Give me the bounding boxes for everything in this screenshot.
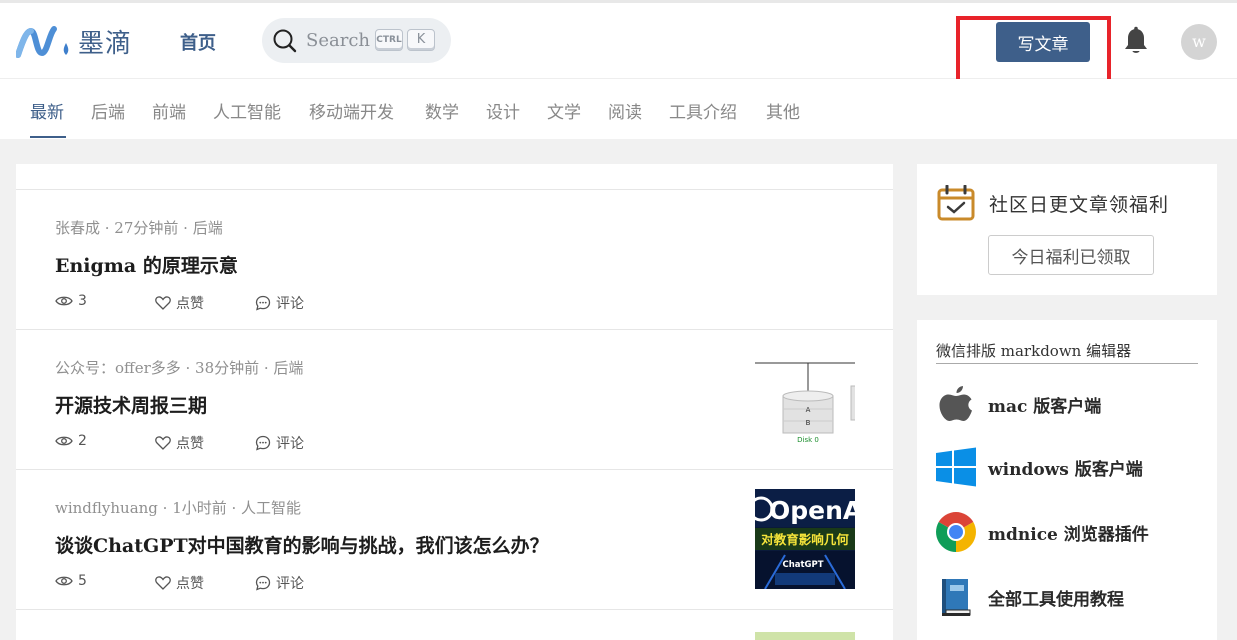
category-bar: 最新 后端 前端 人工智能 移动端开发 数学 设计 文学 阅读 工具介绍 其他 [0, 79, 1237, 139]
tool-label: windows 版客户端 [988, 459, 1143, 480]
article-item[interactable]: 公众号：offer多多 · 38分钟前 · 后端 开源技术周报三期 2 点赞 评… [16, 330, 893, 470]
eye-icon [55, 296, 73, 306]
category-latest[interactable]: 最新 [30, 98, 64, 123]
heart-icon [155, 576, 171, 590]
eye-icon [55, 576, 73, 586]
article-feed: 张春成 · 27分钟前 · 后端 Enigma 的原理示意 3 点赞 评论 公众… [16, 164, 893, 640]
category-tools[interactable]: 工具介绍 [669, 98, 737, 123]
category-literature[interactable]: 文学 [547, 98, 581, 123]
comment-button[interactable]: 评论 [255, 293, 304, 313]
article-title[interactable]: 谈谈ChatGPT对中国教育的影响与挑战，我们该怎么办？ [55, 531, 549, 558]
disk-label-b: B [806, 419, 811, 427]
checkin-card: 社区日更文章领福利 今日福利已领取 [917, 164, 1217, 295]
comment-icon [255, 295, 271, 311]
search-icon [273, 29, 297, 52]
checkin-title: 社区日更文章领福利 [989, 194, 1170, 216]
claim-reward-button[interactable]: 今日福利已领取 [988, 235, 1154, 275]
nav-home[interactable]: 首页 [180, 29, 216, 55]
like-button[interactable]: 点赞 [155, 573, 204, 593]
write-article-button[interactable]: 写文章 [996, 22, 1090, 62]
category-active-underline [30, 136, 66, 138]
heart-icon [155, 296, 171, 310]
views-count: 5 [55, 573, 87, 589]
category-reading[interactable]: 阅读 [608, 98, 642, 123]
tool-label: 全部工具使用教程 [988, 589, 1124, 610]
article-actions: 2 点赞 评论 [55, 433, 455, 453]
category-math[interactable]: 数学 [425, 98, 459, 123]
heart-icon [155, 436, 171, 450]
kbd-ctrl: CTRL [375, 29, 403, 51]
category-mobile[interactable]: 移动端开发 [309, 98, 394, 123]
comment-icon [255, 435, 271, 451]
logo-text: 墨滴 [78, 29, 133, 59]
article-thumbnail[interactable]: OpenA 对教育影响几何 ChatGPT [755, 489, 855, 589]
chrome-icon [936, 512, 976, 552]
book-icon [942, 579, 971, 616]
views-count: 2 [55, 433, 87, 449]
tool-label: mac 版客户端 [988, 396, 1102, 417]
avatar[interactable]: w [1181, 24, 1217, 60]
like-button[interactable]: 点赞 [155, 433, 204, 453]
eye-icon [55, 436, 73, 446]
views-count: 3 [55, 293, 87, 309]
cover-text-mid: 对教育影响几何 [761, 532, 849, 547]
article-item[interactable]: windflyhuang · 1小时前 · 人工智能 谈谈ChatGPT对中国教… [16, 470, 893, 610]
tools-header: 微信排版 markdown 编辑器 [936, 340, 1198, 364]
search-placeholder: Search [306, 30, 370, 51]
search-box[interactable]: Search CTRL K [262, 18, 451, 63]
tools-card: 微信排版 markdown 编辑器 mac 版客户端 windows 版客户端 … [917, 320, 1217, 640]
chatgpt-cover-image: OpenA 对教育影响几何 ChatGPT [755, 489, 855, 589]
logo-mark-icon [16, 25, 69, 58]
category-backend[interactable]: 后端 [91, 98, 125, 123]
comment-button[interactable]: 评论 [255, 433, 304, 453]
tool-browser-extension[interactable]: mdnice 浏览器插件 [936, 512, 1149, 552]
disk-label-a: A [806, 406, 811, 414]
article-actions: 5 点赞 评论 [55, 573, 455, 593]
category-design[interactable]: 设计 [486, 98, 520, 123]
cover-text-bottom: ChatGPT [782, 560, 823, 570]
like-button[interactable]: 点赞 [155, 293, 204, 313]
article-thumbnail[interactable]: A B Disk 0 [755, 350, 855, 450]
apple-icon [939, 386, 972, 421]
calendar-check-icon [937, 185, 975, 221]
logo[interactable]: 墨滴 [16, 23, 132, 60]
top-header: 墨滴 首页 Search CTRL K 写文章 w [0, 3, 1237, 88]
disk-name: Disk 0 [797, 436, 819, 444]
tool-tutorials[interactable]: 全部工具使用教程 [936, 577, 1124, 617]
comment-button[interactable]: 评论 [255, 573, 304, 593]
category-frontend[interactable]: 前端 [152, 98, 186, 123]
tool-label: mdnice 浏览器插件 [988, 524, 1149, 545]
article-meta: windflyhuang · 1小时前 · 人工智能 [55, 499, 302, 517]
bell-icon[interactable] [1122, 26, 1150, 56]
article-title[interactable]: Enigma 的原理示意 [55, 251, 238, 278]
category-ai[interactable]: 人工智能 [213, 98, 281, 123]
disk-diagram-image: A B Disk 0 [755, 350, 855, 450]
tool-windows-client[interactable]: windows 版客户端 [936, 447, 1143, 487]
article-meta: 张春成 · 27分钟前 · 后端 [55, 219, 223, 237]
article-title[interactable]: 开源技术周报三期 [55, 391, 207, 418]
comment-icon [255, 575, 271, 591]
article-item[interactable]: 张春成 · 27分钟前 · 后端 Enigma 的原理示意 3 点赞 评论 [16, 190, 893, 330]
category-other[interactable]: 其他 [766, 98, 800, 123]
kbd-k: K [407, 29, 435, 51]
article-meta: 公众号：offer多多 · 38分钟前 · 后端 [55, 359, 304, 377]
next-article-thumbnail[interactable] [755, 632, 855, 640]
cover-text-top: OpenA [769, 496, 855, 525]
article-actions: 3 点赞 评论 [55, 293, 455, 313]
windows-icon [936, 447, 976, 487]
tool-mac-client[interactable]: mac 版客户端 [936, 382, 1101, 426]
